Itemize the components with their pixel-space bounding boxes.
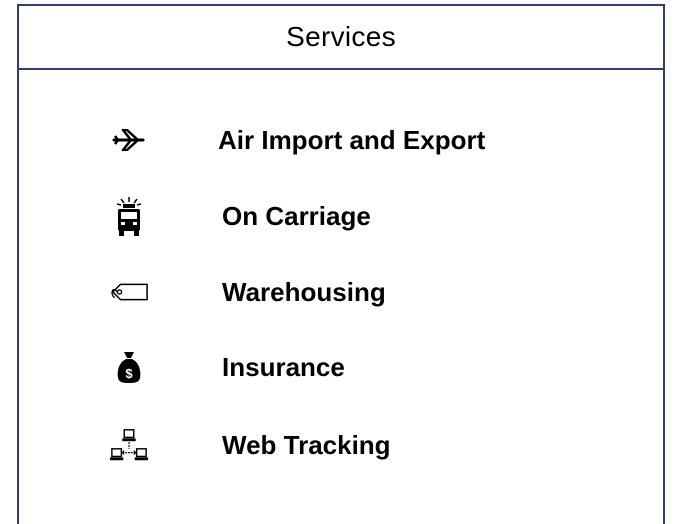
service-label: On Carriage bbox=[222, 201, 371, 231]
service-label: Air Import and Export bbox=[218, 125, 486, 155]
service-item-insurance[interactable]: $ Insurance bbox=[19, 342, 663, 392]
truck-icon bbox=[109, 191, 149, 241]
service-item-web-tracking[interactable]: Web Tracking bbox=[19, 420, 663, 470]
network-icon bbox=[109, 420, 149, 470]
service-item-warehousing[interactable]: Warehousing bbox=[19, 267, 663, 317]
tag-icon bbox=[109, 267, 149, 317]
service-label: Insurance bbox=[222, 352, 345, 382]
svg-text:$: $ bbox=[125, 366, 133, 381]
service-label: Web Tracking bbox=[222, 430, 391, 460]
service-item-air-import-export[interactable]: Air Import and Export bbox=[19, 115, 663, 165]
service-label: Warehousing bbox=[222, 277, 386, 307]
service-item-on-carriage[interactable]: On Carriage bbox=[19, 191, 663, 241]
airplane-icon bbox=[109, 115, 149, 165]
money-bag-icon: $ bbox=[109, 342, 149, 392]
panel-header: Services bbox=[19, 6, 663, 70]
panel-title: Services bbox=[286, 21, 396, 52]
services-panel: Services Air Import and Export On Carria… bbox=[17, 4, 665, 524]
